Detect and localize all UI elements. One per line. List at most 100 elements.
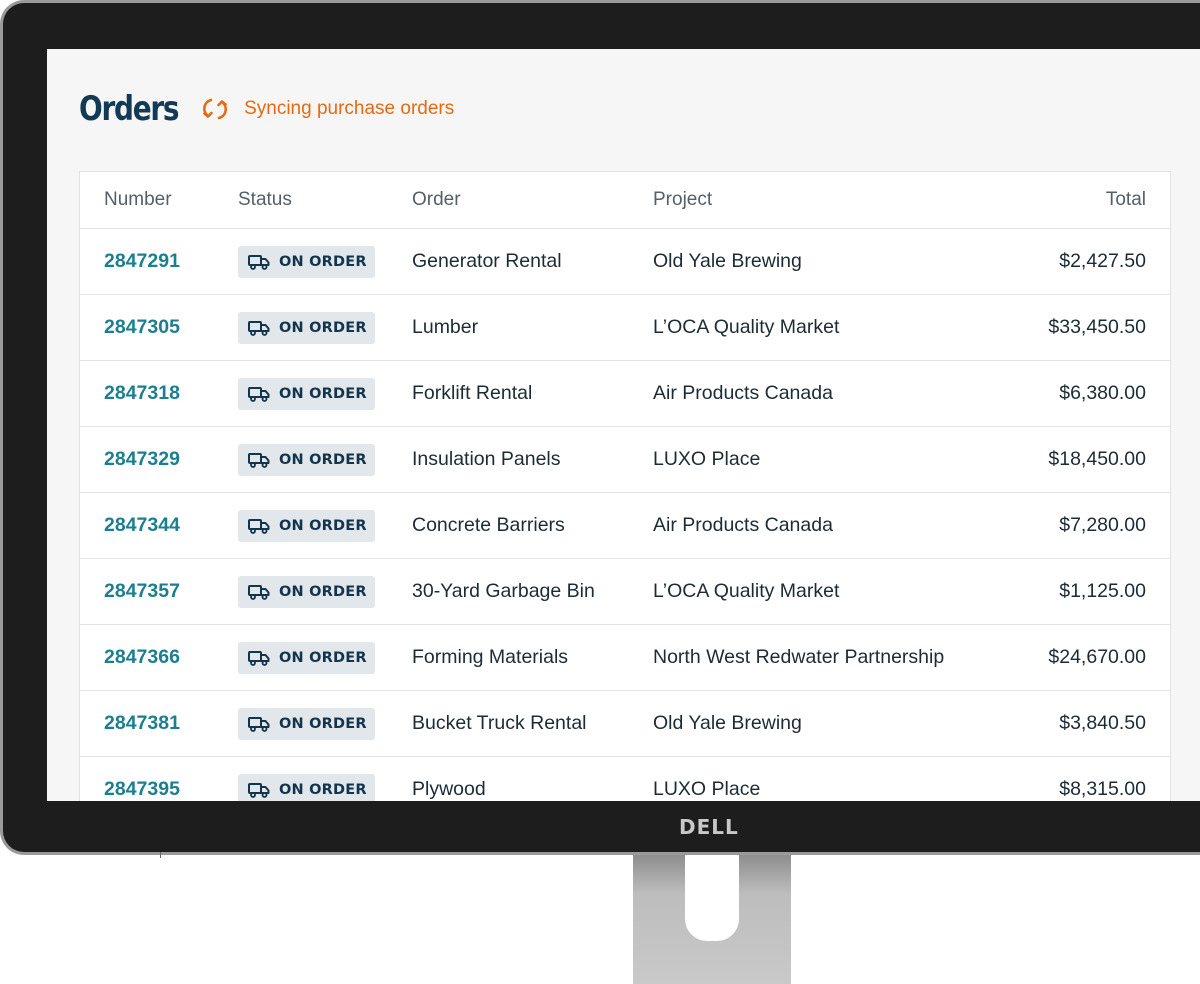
- truck-icon: [248, 320, 270, 336]
- total-cell: $24,670.00: [1048, 646, 1146, 668]
- column-header-total[interactable]: Total: [1037, 189, 1170, 211]
- column-header-order[interactable]: Order: [412, 189, 653, 211]
- total-cell: $18,450.00: [1048, 448, 1146, 470]
- status-cell: ON ORDER: [238, 509, 412, 542]
- order-number-cell: 2847305: [80, 316, 238, 339]
- status-badge-label: ON ORDER: [279, 517, 367, 534]
- status-cell: ON ORDER: [238, 707, 412, 740]
- status-badge: ON ORDER: [238, 377, 375, 410]
- status-badge-label: ON ORDER: [279, 451, 367, 468]
- project-cell: LUXO Place: [653, 448, 761, 470]
- table-row[interactable]: 2847381 ON ORDER Bucket Truck Rental Old Ya…: [80, 691, 1170, 757]
- status-cell: ON ORDER: [238, 641, 412, 674]
- truck-icon: [248, 254, 270, 270]
- table-row[interactable]: 2847357 ON ORDER 30-Yard Garbage Bin L’OCA …: [80, 559, 1170, 625]
- truck-icon: [248, 782, 270, 798]
- status-badge: ON ORDER: [238, 641, 375, 674]
- status-badge: ON ORDER: [238, 575, 375, 608]
- project-cell: Air Products Canada: [653, 514, 833, 536]
- status-cell: ON ORDER: [238, 245, 412, 278]
- status-cell: ON ORDER: [238, 575, 412, 608]
- status-badge-label: ON ORDER: [279, 385, 367, 402]
- order-number-link[interactable]: 2847366: [104, 646, 180, 668]
- status-badge: ON ORDER: [238, 509, 375, 542]
- status-cell: ON ORDER: [238, 377, 412, 410]
- table-row[interactable]: 2847366 ON ORDER Forming Materials North We…: [80, 625, 1170, 691]
- table-body: 2847291 ON ORDER Generator Rental Old Yale …: [80, 229, 1170, 801]
- brand-logo: DELL: [679, 815, 739, 839]
- truck-icon: [248, 452, 270, 468]
- status-cell: ON ORDER: [238, 443, 412, 476]
- project-cell: LUXO Place: [653, 778, 761, 800]
- column-header-project[interactable]: Project: [653, 189, 1037, 211]
- status-badge-label: ON ORDER: [279, 319, 367, 336]
- status-cell: ON ORDER: [238, 773, 412, 801]
- status-badge-label: ON ORDER: [279, 253, 367, 270]
- column-header-status[interactable]: Status: [238, 189, 412, 211]
- order-number-cell: 2847381: [80, 712, 238, 735]
- order-number-cell: 2847395: [80, 778, 238, 801]
- status-badge: ON ORDER: [238, 311, 375, 344]
- status-badge: ON ORDER: [238, 443, 375, 476]
- sync-status-text: Syncing purchase orders: [244, 98, 455, 119]
- status-cell: ON ORDER: [238, 311, 412, 344]
- table-row[interactable]: 2847329 ON ORDER Insulation Panels LUXO Pla…: [80, 427, 1170, 493]
- project-cell: Air Products Canada: [653, 382, 833, 404]
- total-cell: $8,315.00: [1059, 778, 1146, 800]
- order-number-cell: 2847318: [80, 382, 238, 405]
- order-number-link[interactable]: 2847329: [104, 448, 180, 470]
- total-cell: $1,125.00: [1059, 580, 1146, 602]
- status-badge-label: ON ORDER: [279, 649, 367, 666]
- order-cell: Forklift Rental: [412, 382, 533, 404]
- order-number-link[interactable]: 2847381: [104, 712, 180, 734]
- truck-icon: [248, 716, 270, 732]
- order-cell: 30-Yard Garbage Bin: [412, 580, 595, 602]
- app-screen: Orders Syncing purchase orders Number St…: [47, 49, 1200, 801]
- total-cell: $6,380.00: [1059, 382, 1146, 404]
- order-cell: Insulation Panels: [412, 448, 561, 470]
- project-cell: Old Yale Brewing: [653, 250, 802, 272]
- order-cell: Plywood: [412, 778, 486, 800]
- total-cell: $7,280.00: [1059, 514, 1146, 536]
- order-number-cell: 2847366: [80, 646, 238, 669]
- status-badge: ON ORDER: [238, 245, 375, 278]
- status-badge-label: ON ORDER: [279, 715, 367, 732]
- project-cell: L’OCA Quality Market: [653, 316, 840, 338]
- project-cell: L’OCA Quality Market: [653, 580, 840, 602]
- order-number-link[interactable]: 2847305: [104, 316, 180, 338]
- table-header-row: Number Status Order Project Total: [80, 172, 1170, 229]
- page-header: Orders Syncing purchase orders: [79, 89, 454, 129]
- order-number-cell: 2847291: [80, 250, 238, 273]
- status-badge: ON ORDER: [238, 707, 375, 740]
- status-badge-label: ON ORDER: [279, 781, 367, 798]
- truck-icon: [248, 386, 270, 402]
- truck-icon: [248, 584, 270, 600]
- order-cell: Bucket Truck Rental: [412, 712, 587, 734]
- monitor-stand: [633, 855, 791, 984]
- order-cell: Concrete Barriers: [412, 514, 565, 536]
- page-title: Orders: [79, 89, 180, 129]
- table-row[interactable]: 2847291 ON ORDER Generator Rental Old Yale …: [80, 229, 1170, 295]
- order-number-link[interactable]: 2847291: [104, 250, 180, 272]
- order-cell: Forming Materials: [412, 646, 569, 668]
- table-row[interactable]: 2847318 ON ORDER Forklift Rental Air Produc…: [80, 361, 1170, 427]
- order-number-link[interactable]: 2847357: [104, 580, 180, 602]
- order-number-link[interactable]: 2847395: [104, 778, 180, 800]
- monitor-cable: [160, 852, 161, 858]
- order-number-link[interactable]: 2847344: [104, 514, 180, 536]
- sync-icon: [203, 98, 228, 120]
- table-row[interactable]: 2847395 ON ORDER Plywood LUXO Place $8,315.0…: [80, 757, 1170, 801]
- total-cell: $2,427.50: [1059, 250, 1146, 272]
- orders-table: Number Status Order Project Total 284729…: [79, 171, 1171, 801]
- project-cell: North West Redwater Partnership: [653, 646, 945, 668]
- total-cell: $3,840.50: [1059, 712, 1146, 734]
- monitor-frame: Orders Syncing purchase orders Number St…: [0, 0, 1200, 855]
- table-row[interactable]: 2847344 ON ORDER Concrete Barriers Air Prod…: [80, 493, 1170, 559]
- column-header-number[interactable]: Number: [80, 189, 238, 211]
- order-number-cell: 2847329: [80, 448, 238, 471]
- order-number-link[interactable]: 2847318: [104, 382, 180, 404]
- order-cell: Lumber: [412, 316, 479, 338]
- table-row[interactable]: 2847305 ON ORDER Lumber L’OCA Quality Marke…: [80, 295, 1170, 361]
- truck-icon: [248, 650, 270, 666]
- stand-cable-hole: [685, 855, 739, 941]
